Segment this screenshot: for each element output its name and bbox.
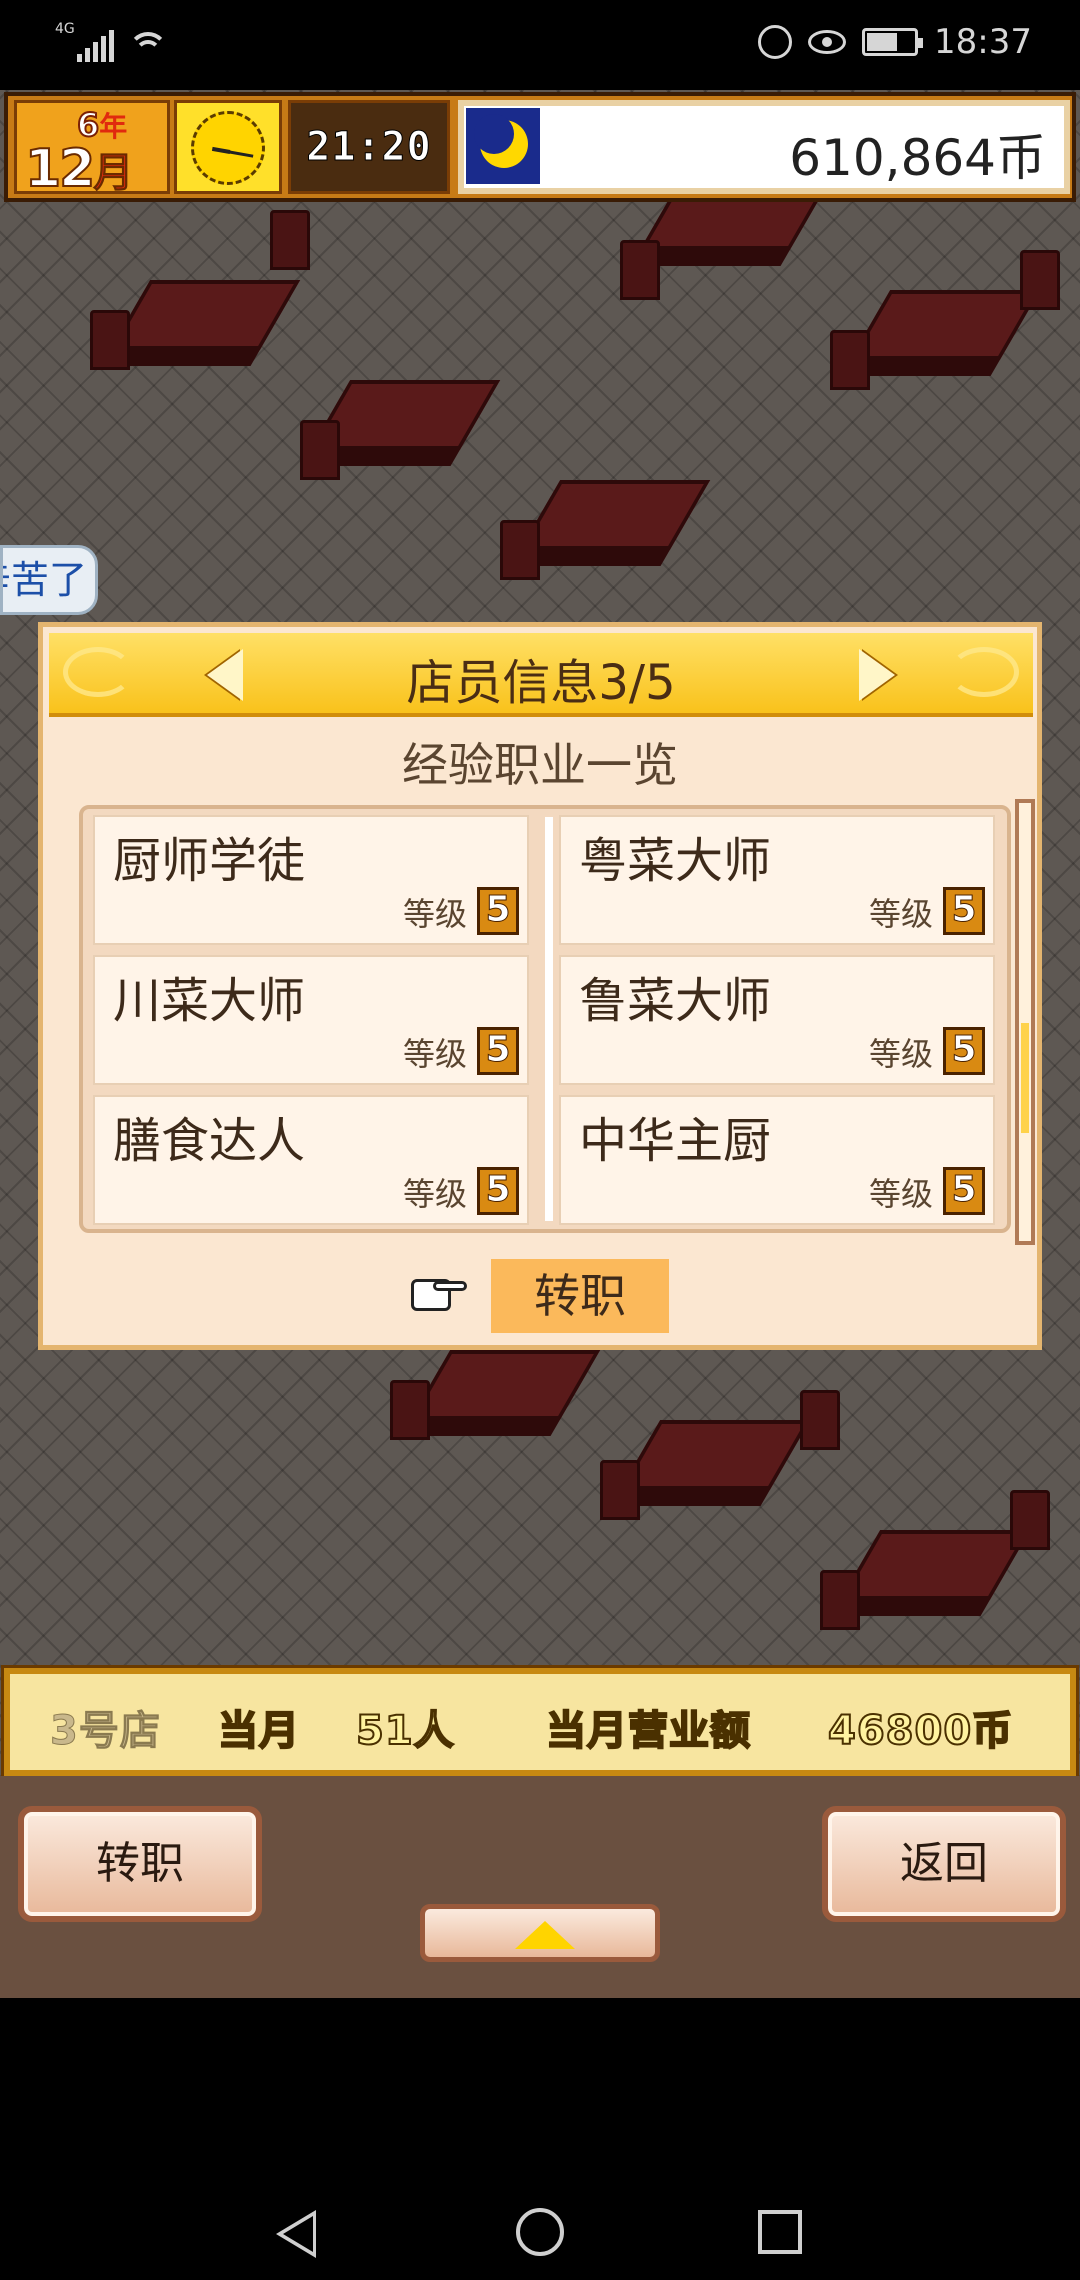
dining-table — [839, 1530, 1031, 1600]
status-bar: 4G 18:37 — [0, 0, 1080, 90]
level-badge: 5 — [943, 1167, 985, 1215]
level-label: 等级 — [868, 1035, 933, 1073]
list-scrollbar[interactable] — [1015, 799, 1035, 1245]
expand-menu-button[interactable] — [420, 1904, 660, 1962]
job-item[interactable]: 膳食达人 等级 5 — [93, 1095, 529, 1225]
customer-count: 51人 — [355, 1707, 455, 1755]
chair — [270, 210, 310, 270]
shop-number: 3号店 — [50, 1708, 161, 1755]
job-level: 等级 5 — [869, 1027, 985, 1075]
revenue-value: 46800币 — [827, 1707, 1014, 1755]
scrollbar-thumb[interactable] — [1021, 1023, 1029, 1133]
month-unit: 月 — [93, 150, 134, 197]
change-job-action[interactable]: 转职 — [397, 1259, 669, 1335]
job-item[interactable]: 粤菜大师 等级 5 — [559, 815, 995, 945]
level-badge: 5 — [943, 887, 985, 935]
signal-icon — [76, 24, 114, 62]
dining-table — [619, 1420, 811, 1490]
eye-comfort-icon — [808, 30, 847, 54]
chair — [820, 1570, 860, 1630]
chair — [1010, 1490, 1050, 1550]
status-left: 4G — [55, 22, 168, 62]
up-arrow-icon — [515, 1921, 575, 1949]
job-name: 鲁菜大师 — [579, 973, 772, 1029]
chair — [830, 330, 870, 390]
job-level: 等级 5 — [869, 887, 985, 935]
dining-table — [409, 1350, 601, 1420]
back-button[interactable]: 返回 — [822, 1806, 1066, 1922]
wifi-icon — [127, 30, 168, 62]
alarm-icon — [758, 25, 793, 59]
chair — [620, 240, 660, 300]
chair — [600, 1460, 640, 1520]
job-item[interactable]: 中华主厨 等级 5 — [559, 1095, 995, 1225]
pointing-hand-icon — [397, 1271, 467, 1317]
dining-table — [109, 280, 301, 350]
dining-table — [849, 290, 1041, 360]
job-name: 粤菜大师 — [579, 833, 772, 889]
level-badge: 5 — [477, 887, 519, 935]
job-level: 等级 5 — [403, 887, 519, 935]
nav-back-icon[interactable] — [276, 2210, 316, 2258]
change-job-button[interactable]: 转职 — [18, 1806, 262, 1922]
job-level: 等级 5 — [403, 1167, 519, 1215]
job-item[interactable]: 厨师学徒 等级 5 — [93, 815, 529, 945]
level-label: 等级 — [868, 1175, 933, 1213]
job-name: 中华主厨 — [579, 1113, 772, 1169]
job-name: 膳食达人 — [113, 1113, 306, 1169]
job-name: 厨师学徒 — [113, 833, 306, 889]
top-hud: 6年 12月 21:20 610,864币 — [4, 92, 1076, 202]
level-label: 等级 — [402, 1175, 467, 1213]
speech-text: 辛苦了 — [3, 558, 88, 602]
month-value: 12 — [24, 138, 96, 200]
job-list[interactable]: 厨师学徒 等级 5 粤菜大师 等级 5 川菜大师 等级 5 鲁菜大师 等级 5 … — [79, 805, 1011, 1233]
column-divider — [545, 817, 553, 1221]
job-name: 川菜大师 — [113, 973, 306, 1029]
next-staff-arrow-icon[interactable] — [859, 649, 895, 701]
chair — [300, 420, 340, 480]
battery-icon — [862, 28, 924, 56]
level-badge: 5 — [477, 1027, 519, 1075]
money-panel: 610,864币 — [458, 100, 1070, 194]
chair — [500, 520, 540, 580]
level-label: 等级 — [402, 895, 467, 933]
level-badge: 5 — [477, 1167, 519, 1215]
chair — [1020, 250, 1060, 310]
system-nav-bar — [0, 2098, 1080, 2280]
status-time: 18:37 — [934, 22, 1032, 62]
level-label: 等级 — [868, 895, 933, 933]
revenue-label: 当月营业额 — [545, 1707, 751, 1755]
speech-bubble: 辛苦了 — [0, 545, 98, 615]
nav-recents-icon[interactable] — [758, 2210, 802, 2254]
staff-info-dialog: 店员信息3/5 经验职业一览 厨师学徒 等级 5 粤菜大师 等级 5 川菜大师 … — [38, 622, 1042, 1350]
job-level: 等级 5 — [869, 1167, 985, 1215]
game-time: 21:20 — [288, 100, 450, 194]
change-job-option[interactable]: 转职 — [491, 1259, 669, 1333]
shop-info-bar: 3号店 当月 51人 当月营业额 46800币 — [1, 1665, 1079, 1779]
dialog-subtitle: 经验职业一览 — [402, 738, 678, 792]
month-display: 12月 — [24, 138, 134, 200]
chair — [390, 1380, 430, 1440]
chair — [800, 1390, 840, 1450]
network-type: 4G — [55, 21, 75, 37]
date-panel: 6年 12月 — [14, 100, 170, 200]
nav-home-icon[interactable] — [516, 2208, 564, 2256]
job-level: 等级 5 — [403, 1027, 519, 1075]
level-label: 等级 — [402, 1035, 467, 1073]
chair — [90, 310, 130, 370]
status-right: 18:37 — [758, 22, 1032, 62]
job-item[interactable]: 鲁菜大师 等级 5 — [559, 955, 995, 1085]
moon-icon — [466, 108, 540, 184]
month-label: 当月 — [217, 1707, 300, 1755]
dining-table — [519, 480, 711, 550]
job-item[interactable]: 川菜大师 等级 5 — [93, 955, 529, 1085]
clock-icon — [191, 111, 265, 185]
money-value: 610,864币 — [789, 129, 1046, 187]
clock-panel — [174, 100, 282, 194]
level-badge: 5 — [943, 1027, 985, 1075]
dialog-header: 店员信息3/5 — [49, 633, 1033, 717]
